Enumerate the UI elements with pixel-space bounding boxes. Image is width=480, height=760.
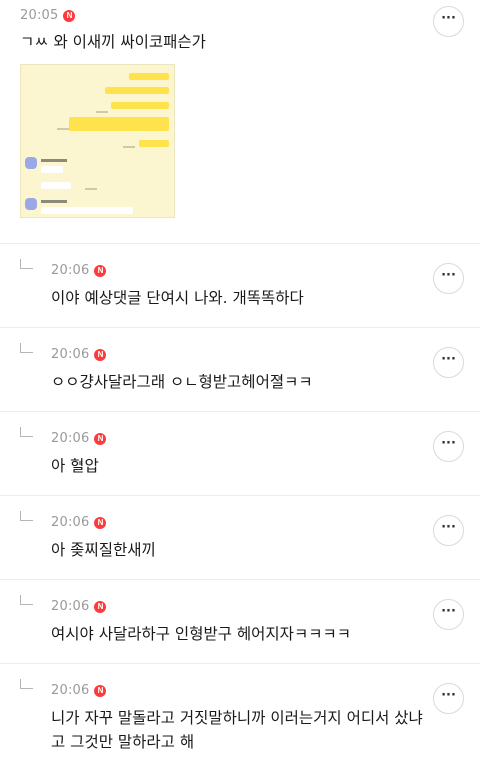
more-options-button[interactable]: ··· <box>433 263 464 294</box>
reply-comment: 20:06 N 이야 예상댓글 단여시 나와. 개똑똑하다 ··· <box>0 244 480 328</box>
new-badge-icon: N <box>63 9 76 22</box>
reply-arrow-icon <box>20 511 33 521</box>
comment-time: 20:05 <box>20 8 59 23</box>
reply-arrow-icon <box>20 259 33 269</box>
chat-bubble <box>41 182 71 189</box>
comment-time: 20:06 <box>51 431 90 446</box>
comment-text: 니가 자꾸 말돌라고 거짓말하니까 이러는거지 어디서 샀냐고 그것만 말하라고… <box>51 709 423 751</box>
comment-meta: 20:06 N <box>51 431 107 446</box>
chat-bubble <box>139 140 169 147</box>
chat-timestamp <box>96 111 108 113</box>
new-badge-icon: N <box>94 600 107 613</box>
more-options-button[interactable]: ··· <box>433 6 464 37</box>
chat-sender-name <box>41 159 67 162</box>
chat-timestamp <box>57 128 69 130</box>
reply-arrow-icon <box>20 595 33 605</box>
more-options-button[interactable]: ··· <box>433 683 464 714</box>
chat-bubble <box>69 117 169 131</box>
reply-arrow-icon <box>20 679 33 689</box>
comment-time: 20:06 <box>51 515 90 530</box>
chat-sender-name <box>41 200 67 203</box>
chat-avatar <box>25 198 37 210</box>
more-options-button[interactable]: ··· <box>433 347 464 378</box>
chat-bubble <box>41 207 133 214</box>
chat-bubble <box>41 166 63 173</box>
reply-comment: 20:06 N 아 혈압 ··· <box>0 412 480 496</box>
main-comment: 20:05 N ㄱㅆ 와 이새끼 싸이코패슨가 ··· <box>0 0 480 244</box>
chat-timestamp <box>85 188 97 190</box>
comment-meta: 20:06 N <box>51 263 107 278</box>
more-dots-icon: ··· <box>441 11 456 26</box>
chat-bubble <box>111 102 169 109</box>
reply-comment: 20:06 N 여시야 사달라하구 인형받구 헤어지자ㅋㅋㅋㅋ ··· <box>0 580 480 664</box>
new-badge-icon: N <box>94 264 107 277</box>
comment-time: 20:06 <box>51 263 90 278</box>
comment-text: 아 좆찌질한새끼 <box>51 541 156 559</box>
more-options-button[interactable]: ··· <box>433 515 464 546</box>
comment-time: 20:06 <box>51 683 90 698</box>
more-dots-icon: ··· <box>441 604 456 619</box>
chat-avatar <box>25 157 37 169</box>
comment-text: 이야 예상댓글 단여시 나와. 개똑똑하다 <box>51 289 304 307</box>
more-dots-icon: ··· <box>441 268 456 283</box>
new-badge-icon: N <box>94 348 107 361</box>
more-dots-icon: ··· <box>441 352 456 367</box>
comment-time: 20:06 <box>51 347 90 362</box>
comment-text: 여시야 사달라하구 인형받구 헤어지자ㅋㅋㅋㅋ <box>51 625 351 643</box>
comment-meta: 20:06 N <box>51 347 107 362</box>
more-options-button[interactable]: ··· <box>433 431 464 462</box>
chat-bubble <box>105 87 169 94</box>
comment-meta: 20:05 N <box>20 8 76 23</box>
reply-comment: 20:06 N ㅇㅇ걍사달라그래 ㅇㄴ형받고헤어졀ㅋㅋ ··· <box>0 328 480 412</box>
more-dots-icon: ··· <box>441 688 456 703</box>
comment-text: ㅇㅇ걍사달라그래 ㅇㄴ형받고헤어졀ㅋㅋ <box>51 373 313 391</box>
comment-meta: 20:06 N <box>51 515 107 530</box>
chat-bubble <box>129 73 169 80</box>
chat-screenshot-image[interactable] <box>20 64 175 218</box>
reply-arrow-icon <box>20 427 33 437</box>
reply-arrow-icon <box>20 343 33 353</box>
more-dots-icon: ··· <box>441 436 456 451</box>
comment-text: 아 혈압 <box>51 457 99 475</box>
new-badge-icon: N <box>94 684 107 697</box>
new-badge-icon: N <box>94 432 107 445</box>
comment-time: 20:06 <box>51 599 90 614</box>
new-badge-icon: N <box>94 516 107 529</box>
comment-meta: 20:06 N <box>51 683 107 698</box>
more-options-button[interactable]: ··· <box>433 599 464 630</box>
comment-meta: 20:06 N <box>51 599 107 614</box>
reply-comment: 20:06 N 니가 자꾸 말돌라고 거짓말하니까 이러는거지 어디서 샀냐고 … <box>0 664 480 760</box>
comment-text: ㄱㅆ 와 이새끼 싸이코패슨가 <box>20 33 206 51</box>
chat-timestamp <box>123 146 135 148</box>
reply-comment: 20:06 N 아 좆찌질한새끼 ··· <box>0 496 480 580</box>
more-dots-icon: ··· <box>441 520 456 535</box>
